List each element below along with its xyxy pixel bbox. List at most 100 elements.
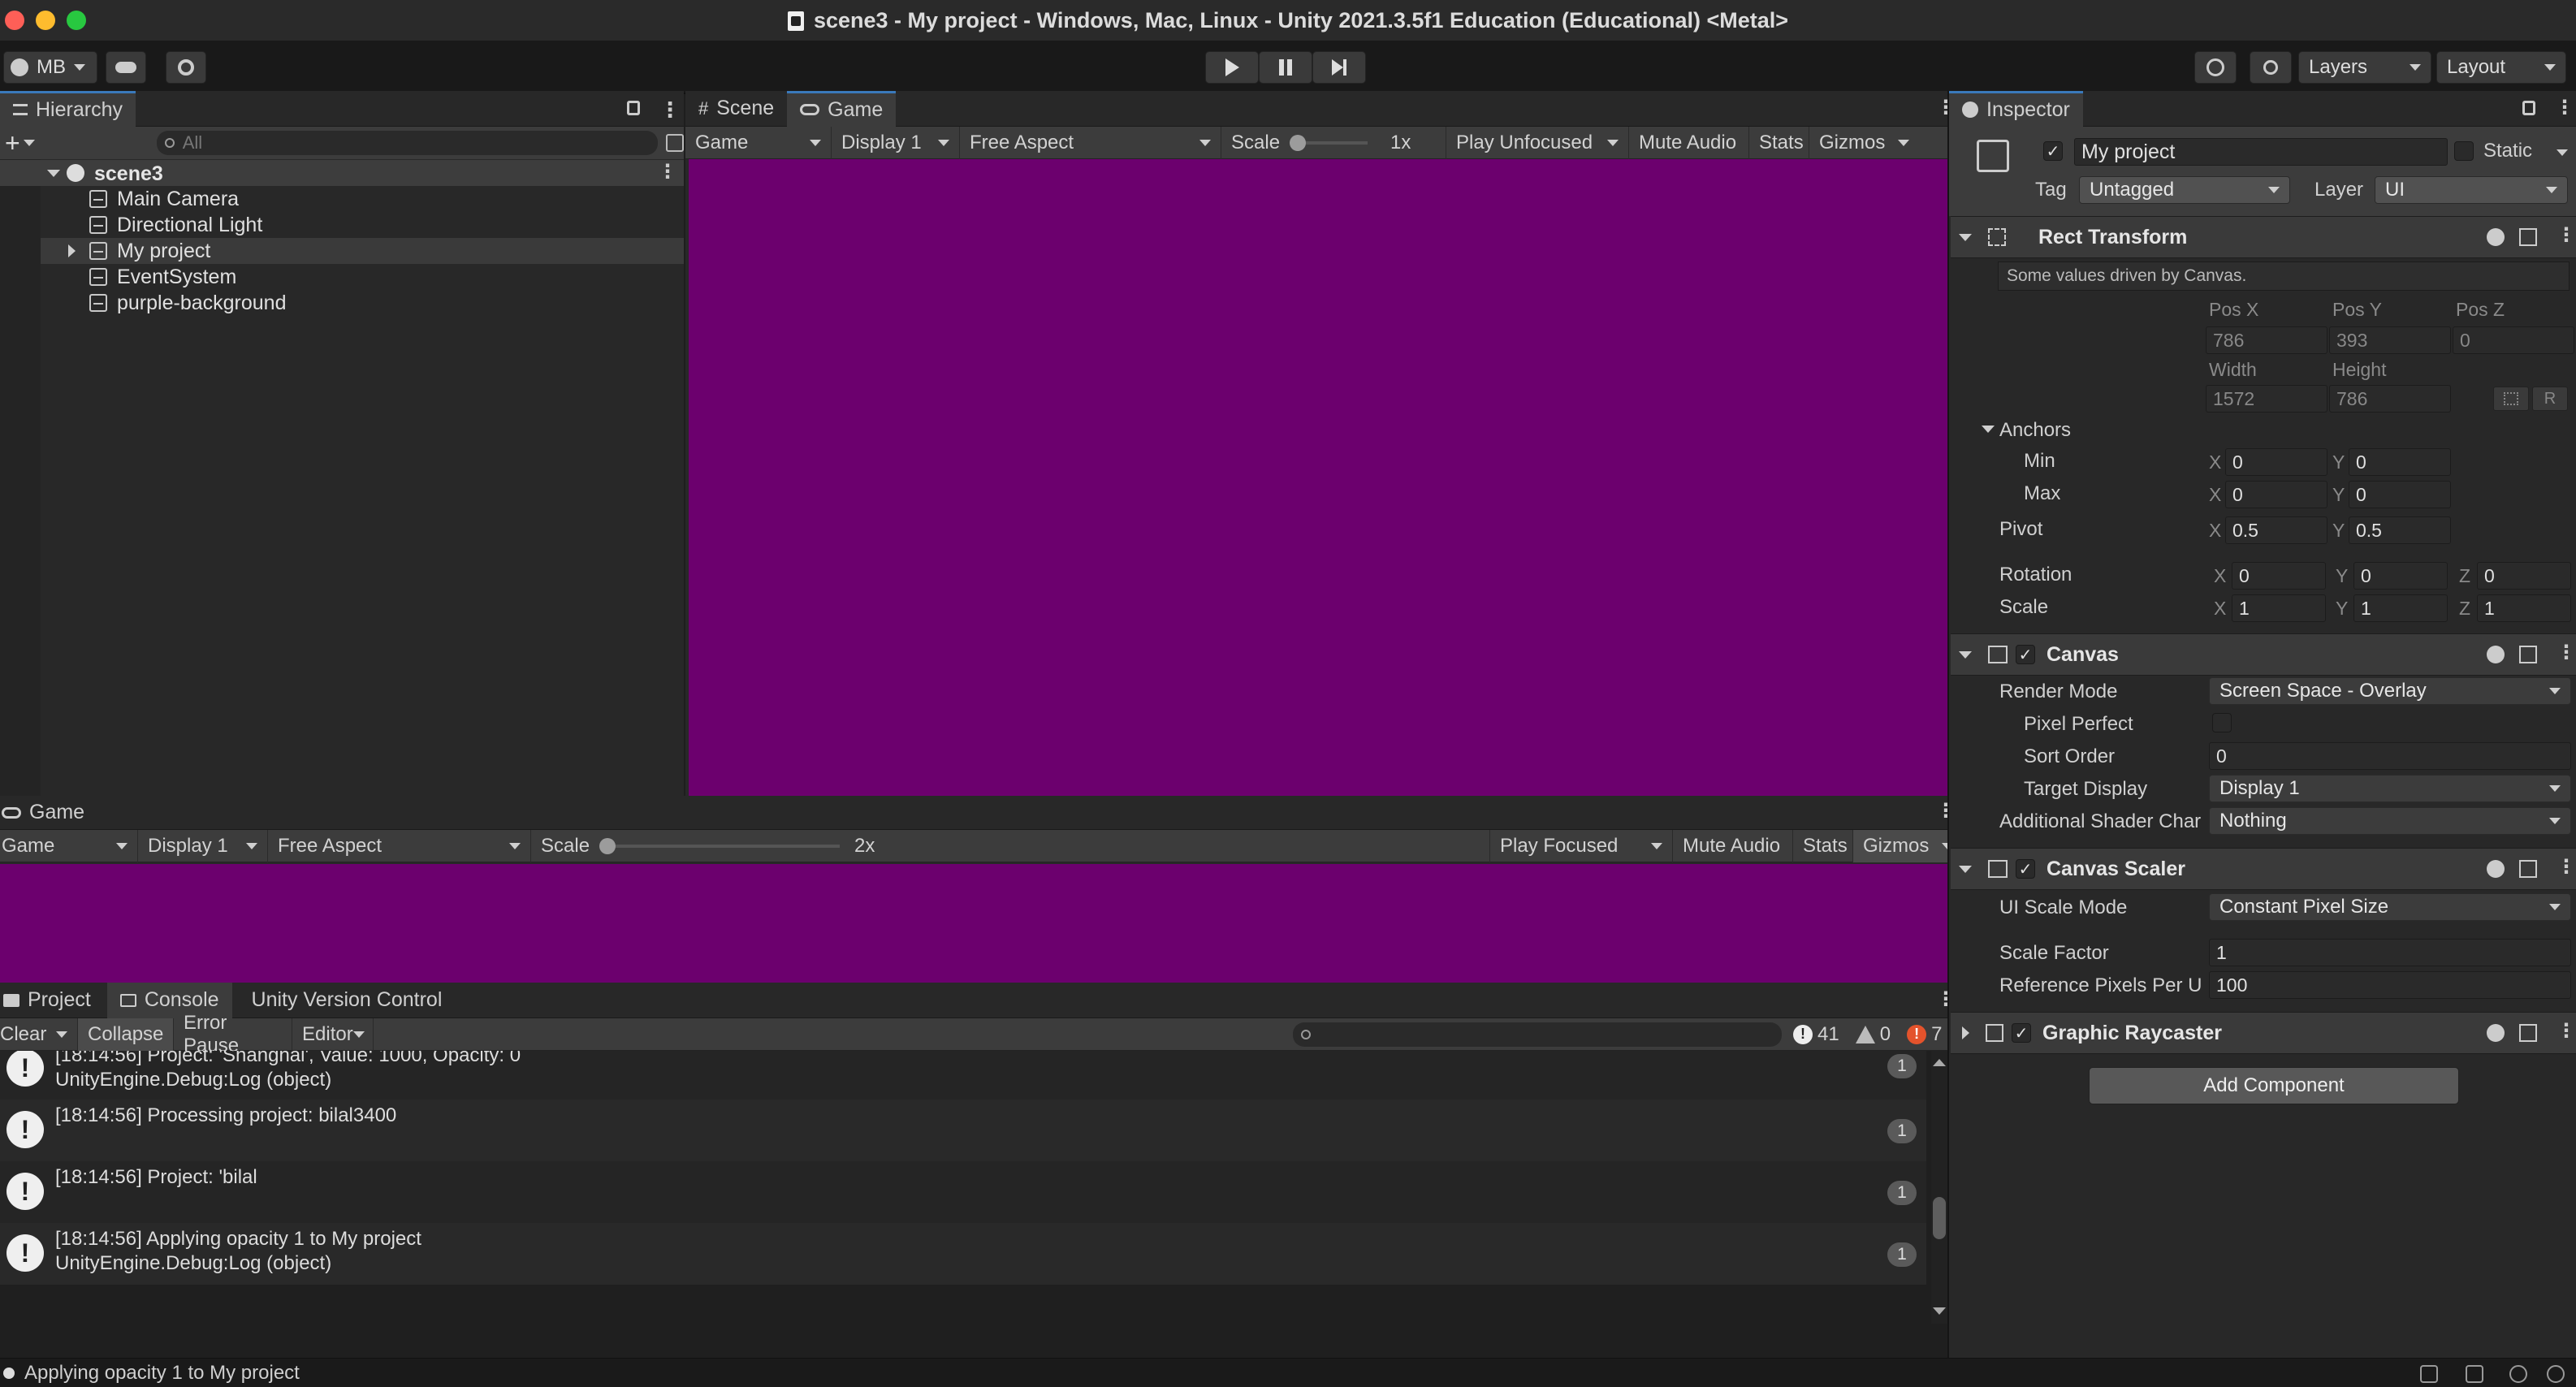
sort-order-field[interactable]: 0 bbox=[2209, 742, 2571, 770]
scale-slider[interactable] bbox=[1290, 134, 1368, 151]
anchor-min-y-field[interactable]: 0 bbox=[2349, 448, 2451, 476]
kebab-menu-icon[interactable]: ⋮ bbox=[2557, 1019, 2576, 1043]
layer-dropdown[interactable]: UI bbox=[2375, 176, 2568, 204]
scroll-down-icon[interactable] bbox=[1933, 1307, 1946, 1315]
hierarchy-search-input[interactable]: All bbox=[156, 131, 659, 155]
game-render-surface[interactable] bbox=[689, 159, 1947, 796]
error-pause-toggle[interactable]: Error Pause bbox=[174, 1012, 292, 1056]
scale-factor-field[interactable]: 1 bbox=[2209, 939, 2571, 966]
collab-settings-button[interactable] bbox=[166, 51, 206, 84]
mute-audio-toggle[interactable]: Mute Audio bbox=[1629, 126, 1749, 159]
error-count-toggle[interactable]: ! 7 bbox=[1907, 1023, 1942, 1046]
canvas-scaler-header[interactable]: Canvas Scaler ⋮ bbox=[1951, 848, 2576, 890]
ui-scale-mode-dropdown[interactable]: Constant Pixel Size bbox=[2209, 893, 2571, 921]
tab-project[interactable]: Project bbox=[0, 983, 94, 1018]
active-checkbox[interactable] bbox=[2043, 141, 2063, 161]
cache-server-icon[interactable] bbox=[2466, 1365, 2483, 1383]
gizmos-toggle[interactable]: Gizmos bbox=[1853, 829, 1954, 862]
scale-x-field[interactable]: 1 bbox=[2232, 594, 2326, 622]
account-button[interactable]: MB bbox=[3, 51, 97, 84]
editor-dropdown[interactable]: Editor bbox=[292, 1018, 374, 1051]
pos-y-field[interactable]: 393 bbox=[2329, 326, 2451, 354]
console-scrollbar[interactable] bbox=[1931, 1051, 1947, 1324]
additional-shader-channels-dropdown[interactable]: Nothing bbox=[2209, 807, 2571, 835]
hierarchy-item[interactable]: purple-background bbox=[89, 290, 286, 316]
status-message[interactable]: Applying opacity 1 to My project bbox=[24, 1362, 300, 1385]
height-field[interactable]: 786 bbox=[2329, 385, 2451, 413]
kebab-menu-icon[interactable]: ⋮ bbox=[658, 160, 677, 184]
pivot-y-field[interactable]: 0.5 bbox=[2349, 516, 2451, 544]
hierarchy-item[interactable]: Directional Light bbox=[89, 212, 262, 238]
tab-game[interactable]: Game bbox=[0, 796, 86, 830]
stats-toggle[interactable]: Stats bbox=[1793, 829, 1853, 862]
scale-z-field[interactable]: 1 bbox=[2477, 594, 2571, 622]
search-button[interactable] bbox=[2250, 51, 2292, 84]
game-mode-dropdown[interactable]: Game bbox=[685, 126, 832, 159]
anchor-max-y-field[interactable]: 0 bbox=[2349, 481, 2451, 508]
expand-icon[interactable] bbox=[68, 244, 76, 257]
clear-button[interactable]: Clear bbox=[0, 1018, 78, 1051]
layout-dropdown[interactable]: Layout bbox=[2436, 51, 2566, 84]
chevron-down-icon[interactable] bbox=[2557, 149, 2568, 156]
display-dropdown[interactable]: Display 1 bbox=[832, 126, 960, 159]
canvas-scaler-enabled-checkbox[interactable] bbox=[2016, 859, 2035, 879]
collapse-icon[interactable] bbox=[1959, 865, 1972, 873]
kebab-menu-icon[interactable]: ⋮ bbox=[659, 97, 681, 123]
add-icon[interactable]: + bbox=[5, 128, 20, 158]
help-icon[interactable] bbox=[2487, 1024, 2505, 1042]
help-icon[interactable] bbox=[2487, 860, 2505, 878]
anchor-max-x-field[interactable]: 0 bbox=[2225, 481, 2327, 508]
chevron-down-icon[interactable] bbox=[23, 140, 35, 146]
raw-edit-button[interactable]: R bbox=[2532, 387, 2568, 411]
presets-icon[interactable] bbox=[2519, 228, 2537, 246]
kebab-menu-icon[interactable]: ⋮ bbox=[2555, 96, 2574, 119]
add-component-button[interactable]: Add Component bbox=[2089, 1067, 2459, 1104]
presets-icon[interactable] bbox=[2519, 860, 2537, 878]
layers-dropdown[interactable]: Layers bbox=[2298, 51, 2431, 84]
chevron-down-icon[interactable] bbox=[1898, 139, 1910, 146]
hierarchy-item[interactable]: My project bbox=[89, 238, 210, 264]
mute-audio-toggle[interactable]: Mute Audio bbox=[1673, 829, 1793, 862]
tab-inspector[interactable]: Inspector bbox=[1949, 90, 2083, 127]
hierarchy-item[interactable]: EventSystem bbox=[89, 264, 236, 290]
debug-mode-icon[interactable] bbox=[2420, 1365, 2438, 1383]
scene-row[interactable]: scene3 ⋮ bbox=[0, 160, 684, 186]
anchors-label[interactable]: Anchors bbox=[1999, 419, 2071, 442]
aspect-dropdown[interactable]: Free Aspect bbox=[960, 126, 1221, 159]
object-name-field[interactable]: My project bbox=[2074, 138, 2448, 166]
scene-visibility-icon[interactable] bbox=[666, 134, 684, 152]
static-checkbox[interactable] bbox=[2454, 141, 2474, 161]
kebab-menu-icon[interactable]: ⋮ bbox=[2557, 641, 2576, 664]
help-icon[interactable] bbox=[2487, 228, 2505, 246]
canvas-enabled-checkbox[interactable] bbox=[2016, 645, 2035, 664]
kebab-menu-icon[interactable]: ⋮ bbox=[2557, 223, 2576, 247]
game-mode-dropdown[interactable]: Game bbox=[0, 829, 138, 862]
graphic-raycaster-enabled-checkbox[interactable] bbox=[2012, 1023, 2031, 1043]
collapse-icon[interactable] bbox=[1959, 233, 1972, 241]
step-button[interactable] bbox=[1312, 51, 1366, 84]
pos-z-field[interactable]: 0 bbox=[2453, 326, 2574, 354]
lock-icon[interactable] bbox=[627, 101, 640, 115]
scroll-up-icon[interactable] bbox=[1933, 1059, 1946, 1066]
rotation-z-field[interactable]: 0 bbox=[2477, 562, 2571, 590]
pivot-x-field[interactable]: 0.5 bbox=[2225, 516, 2327, 544]
log-entry[interactable]: ! [18:14:56] Project: 'Shanghai', Value:… bbox=[0, 1051, 1926, 1100]
tab-scene[interactable]: # Scene bbox=[685, 91, 787, 127]
target-display-dropdown[interactable]: Display 1 bbox=[2209, 775, 2571, 802]
presets-icon[interactable] bbox=[2519, 1024, 2537, 1042]
pause-button[interactable] bbox=[1259, 51, 1312, 84]
console-search-input[interactable] bbox=[1293, 1022, 1782, 1047]
display-dropdown[interactable]: Display 1 bbox=[138, 829, 268, 862]
tag-dropdown[interactable]: Untagged bbox=[2079, 176, 2290, 204]
play-mode-dropdown[interactable]: Play Focused bbox=[1489, 829, 1673, 862]
history-button[interactable] bbox=[2194, 51, 2237, 84]
chevron-down-icon[interactable] bbox=[56, 1031, 67, 1038]
hierarchy-item[interactable]: Main Camera bbox=[89, 186, 239, 212]
log-entry[interactable]: ! [18:14:56] Processing project: bilal34… bbox=[0, 1100, 1926, 1161]
width-field[interactable]: 1572 bbox=[2206, 385, 2327, 413]
scale-y-field[interactable]: 1 bbox=[2353, 594, 2448, 622]
progress-icon[interactable] bbox=[2547, 1365, 2565, 1383]
pos-x-field[interactable]: 786 bbox=[2206, 326, 2327, 354]
scale-slider-handle[interactable] bbox=[1290, 134, 1307, 151]
kebab-menu-icon[interactable]: ⋮ bbox=[2557, 855, 2576, 879]
